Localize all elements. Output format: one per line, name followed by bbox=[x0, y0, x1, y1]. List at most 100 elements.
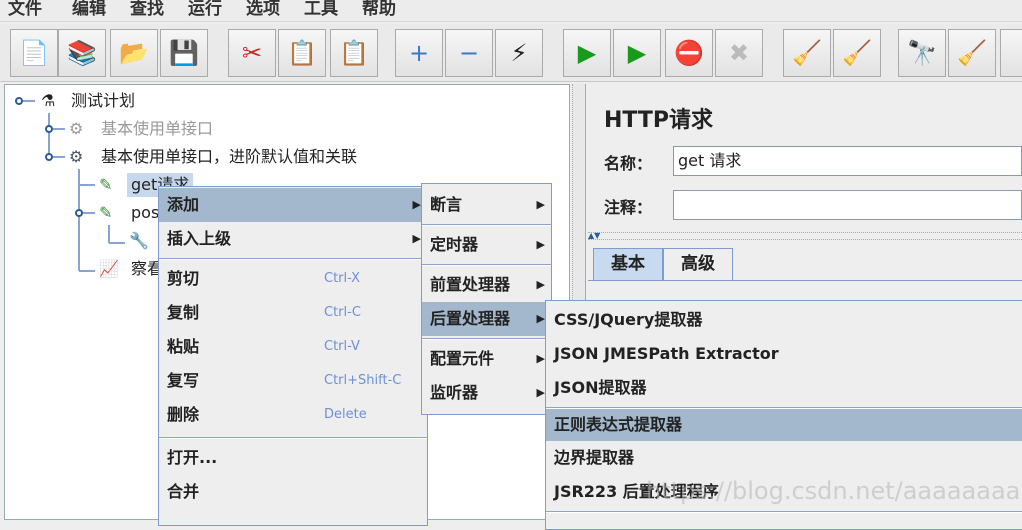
comment-input[interactable] bbox=[673, 190, 1022, 220]
clear-icon: 🧹 bbox=[792, 39, 822, 67]
gear-icon: ⚙ bbox=[69, 119, 84, 138]
collapse-button[interactable]: − bbox=[445, 29, 493, 77]
submenu-arrow-icon: ▶ bbox=[536, 198, 545, 211]
expand-icon: + bbox=[408, 39, 430, 67]
menu-item-label: 添加 bbox=[167, 195, 200, 214]
paste-button[interactable]: 📋 bbox=[330, 29, 378, 77]
collapse-icon: − bbox=[458, 39, 480, 67]
menu-options[interactable]: 选项 bbox=[246, 0, 280, 19]
tree-node-test-plan[interactable]: 测试计划 bbox=[71, 89, 135, 113]
menu-item-label: 前置处理器 bbox=[430, 275, 511, 294]
templates-icon: 📚 bbox=[67, 39, 97, 67]
menu-item-label: 插入上级 bbox=[167, 229, 232, 248]
menu-item-add[interactable]: 添加 ▶ bbox=[159, 188, 427, 222]
shutdown-icon: ✖ bbox=[728, 39, 750, 67]
submenu-arrow-icon: ▶ bbox=[536, 278, 545, 291]
new-icon: 📄 bbox=[19, 39, 49, 67]
submenu-arrow-icon: ▶ bbox=[536, 312, 545, 325]
menu-item-label: 粘贴 bbox=[167, 337, 200, 356]
new-button[interactable]: 📄 bbox=[10, 29, 58, 77]
menu-item-json-extractor[interactable]: JSON提取器 bbox=[546, 371, 1022, 405]
open-icon: 📂 bbox=[119, 39, 149, 67]
toolbar-overflow-button[interactable] bbox=[1000, 29, 1022, 77]
menu-item-copy[interactable]: 复制 Ctrl-C bbox=[159, 296, 427, 330]
clear-all-icon: 🧹 bbox=[842, 39, 872, 67]
menu-item-label: 监听器 bbox=[430, 383, 479, 402]
menu-item-timers[interactable]: 定时器 ▶ bbox=[422, 228, 551, 262]
copy-icon: 📋 bbox=[287, 39, 317, 67]
reset-search-icon: 🧹 bbox=[957, 39, 987, 67]
tab-basic[interactable]: 基本 bbox=[593, 248, 663, 280]
menu-item-css-jquery-extractor[interactable]: CSS/JQuery提取器 bbox=[546, 303, 1022, 337]
menu-item-duplicate[interactable]: 复写 Ctrl+Shift-C bbox=[159, 364, 427, 398]
menu-item-label: 剪切 bbox=[167, 269, 200, 288]
expand-button[interactable]: + bbox=[395, 29, 443, 77]
tree-node-thread-group-disabled[interactable]: 基本使用单接口 bbox=[101, 117, 213, 141]
toolbar: 📄 📚 📂 💾 ✂ 📋 📋 + − ⚡ ▶ ▶ ⛔ ✖ 🧹 🧹 🔭 🧹 bbox=[0, 24, 1022, 82]
menu-item-cut[interactable]: 剪切 Ctrl-X bbox=[159, 262, 427, 296]
menu-item-label: 定时器 bbox=[430, 235, 479, 254]
start-button[interactable]: ▶ bbox=[563, 29, 611, 77]
menu-file[interactable]: 文件 bbox=[8, 0, 42, 19]
tree-node-thread-group[interactable]: 基本使用单接口，进阶默认值和关联 bbox=[101, 145, 357, 169]
menu-separator bbox=[422, 224, 551, 226]
shortcut-label: Ctrl+Shift-C bbox=[324, 373, 402, 388]
menu-item-post-processors[interactable]: 后置处理器 ▶ bbox=[422, 302, 551, 336]
menu-item-label: 断言 bbox=[430, 195, 463, 214]
open-button[interactable]: 📂 bbox=[110, 29, 158, 77]
save-button[interactable]: 💾 bbox=[160, 29, 208, 77]
stop-button[interactable]: ⛔ bbox=[665, 29, 713, 77]
save-icon: 💾 bbox=[169, 39, 199, 67]
menu-item-boundary-extractor[interactable]: 边界提取器 bbox=[546, 441, 1022, 475]
menu-help[interactable]: 帮助 bbox=[362, 0, 396, 19]
copy-button[interactable]: 📋 bbox=[278, 29, 326, 77]
menu-item-label: 复制 bbox=[167, 303, 200, 322]
shutdown-button[interactable]: ✖ bbox=[715, 29, 763, 77]
tab-advanced[interactable]: 高级 bbox=[663, 248, 733, 280]
submenu-arrow-icon: ▶ bbox=[412, 232, 421, 245]
menu-item-config-elements[interactable]: 配置元件 ▶ bbox=[422, 342, 551, 376]
context-menu: 添加 ▶ 插入上级 ▶ 剪切 Ctrl-X 复制 Ctrl-C 粘贴 Ctrl-V 复写 C… bbox=[158, 186, 428, 526]
pipette-icon: ✎ bbox=[99, 175, 113, 194]
menu-run[interactable]: 运行 bbox=[188, 0, 222, 19]
search-button[interactable]: 🔭 bbox=[898, 29, 946, 77]
start-no-pause-button[interactable]: ▶ bbox=[613, 29, 661, 77]
menu-item-pre-processors[interactable]: 前置处理器 ▶ bbox=[422, 268, 551, 302]
menu-separator bbox=[422, 264, 551, 266]
submenu-arrow-icon: ▶ bbox=[412, 198, 421, 211]
menu-item-paste[interactable]: 粘贴 Ctrl-V bbox=[159, 330, 427, 364]
clear-all-button[interactable]: 🧹 bbox=[833, 29, 881, 77]
name-input[interactable]: get 请求 bbox=[673, 146, 1022, 176]
name-label: 名称： bbox=[604, 154, 653, 173]
toggle-button[interactable]: ⚡ bbox=[495, 29, 543, 77]
menu-edit[interactable]: 编辑 bbox=[72, 0, 106, 19]
menu-item-label: 后置处理器 bbox=[430, 309, 511, 328]
shortcut-label: Delete bbox=[324, 407, 367, 422]
wrench-icon: 🔧 bbox=[129, 231, 149, 250]
menu-item-assertions[interactable]: 断言 ▶ bbox=[422, 188, 551, 222]
cut-icon: ✂ bbox=[241, 39, 263, 67]
menu-item-json-jmespath-extractor[interactable]: JSON JMESPath Extractor bbox=[546, 337, 1022, 371]
chart-icon: 📈 bbox=[99, 259, 119, 278]
menu-item-listeners[interactable]: 监听器 ▶ bbox=[422, 376, 551, 410]
menu-separator bbox=[159, 437, 427, 439]
reset-search-button[interactable]: 🧹 bbox=[948, 29, 996, 77]
menu-search[interactable]: 查找 bbox=[130, 0, 164, 19]
collapse-divider[interactable]: ▲▼ bbox=[588, 232, 1022, 240]
start-icon: ▶ bbox=[577, 39, 597, 67]
cut-button[interactable]: ✂ bbox=[228, 29, 276, 77]
menu-separator bbox=[422, 338, 551, 340]
menu-item-merge[interactable]: 合并 bbox=[159, 475, 427, 509]
templates-button[interactable]: 📚 bbox=[58, 29, 106, 77]
shortcut-label: Ctrl-V bbox=[324, 339, 360, 354]
menu-separator bbox=[159, 258, 427, 260]
submenu-arrow-icon: ▶ bbox=[536, 352, 545, 365]
clear-button[interactable]: 🧹 bbox=[783, 29, 831, 77]
menu-item-insert-parent[interactable]: 插入上级 ▶ bbox=[159, 222, 427, 256]
search-icon: 🔭 bbox=[907, 39, 937, 67]
menu-item-label: 删除 bbox=[167, 405, 200, 424]
menu-tools[interactable]: 工具 bbox=[304, 0, 338, 19]
menu-item-open[interactable]: 打开... bbox=[159, 441, 427, 475]
menu-item-delete[interactable]: 删除 Delete bbox=[159, 398, 427, 432]
menu-item-regex-extractor[interactable]: 正则表达式提取器 bbox=[546, 409, 1022, 441]
